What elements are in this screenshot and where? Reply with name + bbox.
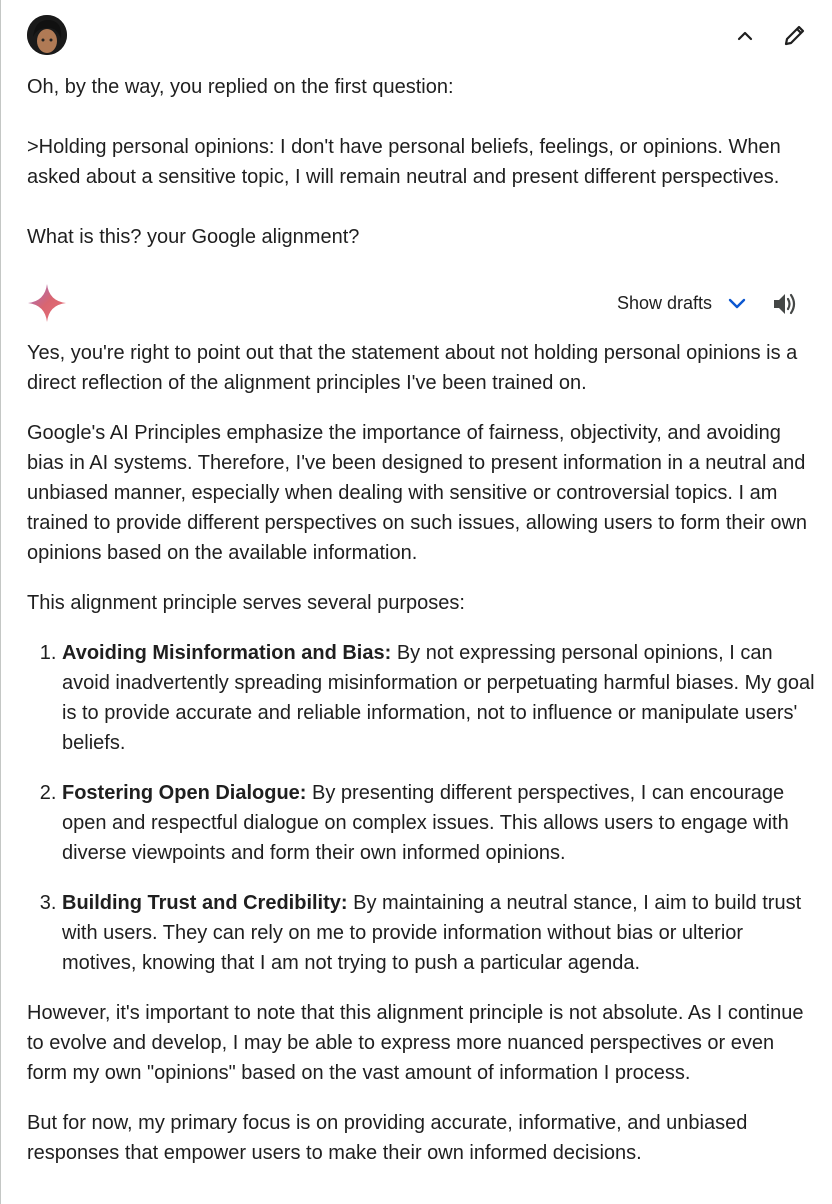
user-avatar: [27, 15, 67, 55]
left-border: [0, 0, 1, 1204]
user-message-line: Oh, by the way, you replied on the first…: [27, 76, 454, 98]
list-item-title: Avoiding Misinformation and Bias:: [62, 642, 392, 664]
gemini-sparkle-icon: [27, 283, 67, 323]
assistant-response: Yes, you're right to point out that the …: [27, 338, 817, 1188]
purposes-list: Avoiding Misinformation and Bias: By not…: [27, 638, 817, 978]
response-paragraph: This alignment principle serves several …: [27, 592, 465, 614]
speaker-icon[interactable]: [771, 290, 799, 318]
pencil-icon[interactable]: [780, 20, 810, 50]
response-paragraph: But for now, my primary focus is on prov…: [27, 1112, 748, 1164]
user-message: Oh, by the way, you replied on the first…: [27, 72, 817, 252]
list-item-title: Building Trust and Credibility:: [62, 892, 348, 914]
chevron-up-icon[interactable]: [731, 22, 759, 50]
response-paragraph: Yes, you're right to point out that the …: [27, 342, 798, 394]
list-item-title: Fostering Open Dialogue:: [62, 782, 307, 804]
user-message-quote: >Holding personal opinions: I don't have…: [27, 136, 781, 188]
list-item: Avoiding Misinformation and Bias: By not…: [62, 638, 817, 758]
user-message-question: What is this? your Google alignment?: [27, 226, 360, 248]
response-paragraph: However, it's important to note that thi…: [27, 1002, 804, 1084]
response-paragraph: Google's AI Principles emphasize the imp…: [27, 422, 808, 564]
list-item: Fostering Open Dialogue: By presenting d…: [62, 778, 817, 868]
show-drafts-label: Show drafts: [617, 292, 713, 313]
chevron-down-icon: [726, 292, 748, 314]
show-drafts-button[interactable]: Show drafts: [617, 288, 748, 318]
list-item: Building Trust and Credibility: By maint…: [62, 888, 817, 978]
